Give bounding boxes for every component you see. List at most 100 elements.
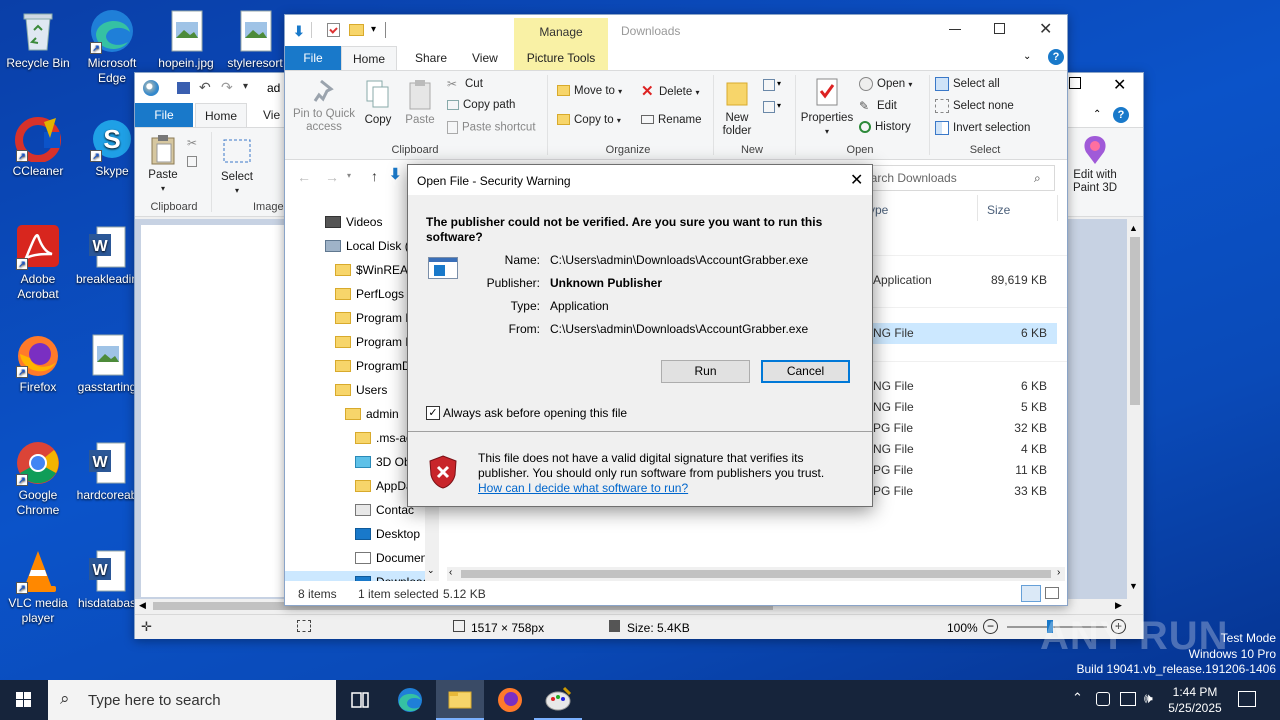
- select-all-button[interactable]: Select all: [935, 77, 1000, 91]
- up-arrow-icon[interactable]: ↑: [371, 168, 378, 184]
- tree-item[interactable]: Program F: [285, 307, 425, 329]
- tree-item[interactable]: Program F: [285, 331, 425, 353]
- minimize-icon[interactable]: [949, 29, 961, 30]
- paint-tab-home[interactable]: Home: [195, 103, 247, 127]
- properties-icon[interactable]: [327, 23, 340, 37]
- file-row[interactable]: NG File 4 KB: [861, 439, 1057, 460]
- redo-icon[interactable]: ↷: [221, 79, 233, 96]
- desktop-icon-ccleaner[interactable]: ↗ CCleaner: [0, 116, 76, 179]
- maximize-icon[interactable]: [994, 23, 1005, 34]
- back-arrow-icon[interactable]: ←: [297, 169, 311, 185]
- tree-item[interactable]: AppDat: [285, 475, 425, 497]
- scroll-up-icon[interactable]: ▲: [1129, 223, 1138, 233]
- tree-item[interactable]: Videos: [285, 211, 425, 233]
- delete-button[interactable]: ✕ Delete ▾: [641, 84, 699, 99]
- invert-selection-button[interactable]: Invert selection: [935, 121, 1030, 135]
- search-box[interactable]: earch Downloads ⌕: [855, 165, 1055, 191]
- history-button[interactable]: History: [859, 121, 911, 133]
- start-button[interactable]: [0, 680, 48, 720]
- cancel-button[interactable]: Cancel: [761, 360, 850, 383]
- clock[interactable]: 1:44 PM 5/25/2025: [1160, 684, 1230, 716]
- desktop-icon-styleresort[interactable]: styleresort: [222, 8, 288, 71]
- file-row[interactable]: PG File 33 KB: [861, 481, 1057, 502]
- tree-item[interactable]: Users: [285, 379, 425, 401]
- file-row[interactable]: NG File 5 KB: [861, 397, 1057, 418]
- scroll-down-icon[interactable]: ▼: [1129, 581, 1138, 591]
- close-icon[interactable]: ✕: [850, 170, 863, 190]
- paste-button[interactable]: Paste: [403, 79, 437, 127]
- maximize-icon[interactable]: [1069, 77, 1081, 89]
- large-icons-view-icon[interactable]: [1045, 587, 1059, 599]
- help-link[interactable]: How can I decide what software to run?: [478, 481, 688, 495]
- paint-paste-button[interactable]: Paste ▾: [145, 134, 181, 195]
- desktop-icon-breakleadin[interactable]: W breakleadin: [74, 224, 140, 287]
- desktop-icon-firefox[interactable]: ↗ Firefox: [0, 332, 76, 395]
- forward-arrow-icon[interactable]: →: [325, 169, 339, 185]
- tree-item[interactable]: PerfLogs: [285, 283, 425, 305]
- paint-canvas[interactable]: [141, 225, 291, 597]
- scroll-thumb[interactable]: [1130, 237, 1140, 405]
- tree-item[interactable]: Local Disk (C: [285, 235, 425, 257]
- undo-icon[interactable]: ↶: [199, 79, 211, 96]
- close-icon[interactable]: ✕: [1113, 75, 1126, 95]
- quick-access-dropdown-icon[interactable]: ▾: [243, 81, 248, 92]
- desktop-icon-acrobat[interactable]: ↗ Adobe Acrobat: [0, 224, 76, 302]
- desktop-icon-chrome[interactable]: ↗ Google Chrome: [0, 440, 76, 518]
- network-icon[interactable]: [1120, 692, 1136, 706]
- file-row[interactable]: NG File 6 KB: [861, 376, 1057, 397]
- desktop-icon-gasstarting[interactable]: gasstarting: [74, 332, 140, 395]
- new-item-icon[interactable]: [763, 79, 775, 91]
- file-row[interactable]: NG File 6 KB: [861, 323, 1057, 344]
- taskbar-firefox[interactable]: [486, 680, 534, 720]
- scroll-left-icon[interactable]: ‹: [449, 567, 452, 578]
- tab-file[interactable]: File: [285, 46, 341, 70]
- scroll-down-icon[interactable]: ⌄: [427, 565, 435, 576]
- open-button[interactable]: Open ▾: [859, 77, 912, 91]
- cut-icon[interactable]: ✂: [187, 136, 197, 150]
- file-row[interactable]: PG File 32 KB: [861, 418, 1057, 439]
- edit-button[interactable]: ✎ Edit: [859, 99, 897, 113]
- column-header-size[interactable]: Size: [987, 203, 1010, 217]
- collapse-ribbon-icon[interactable]: ⌃: [1093, 109, 1101, 120]
- paint-select-button[interactable]: Select ▾: [219, 136, 255, 197]
- address-download-icon[interactable]: ⬇: [389, 165, 409, 189]
- scroll-right-icon[interactable]: ▶: [1115, 600, 1122, 611]
- save-icon[interactable]: [177, 82, 190, 94]
- copy-path-button[interactable]: Copy path: [447, 99, 515, 111]
- new-folder-button[interactable]: New folder: [719, 79, 755, 138]
- tree-item[interactable]: 3D Obje: [285, 451, 425, 473]
- collapse-ribbon-icon[interactable]: ⌄: [1023, 51, 1031, 62]
- taskbar-search-box[interactable]: ⌕ Type here to search: [48, 680, 336, 720]
- quick-access-dropdown-icon[interactable]: ▾: [371, 24, 376, 35]
- edit-with-paint3d-button[interactable]: Edit with Paint 3D: [1065, 134, 1125, 195]
- tree-item[interactable]: Download: [285, 571, 429, 581]
- zoom-out-icon[interactable]: −: [983, 619, 998, 634]
- file-row[interactable]: PG File 11 KB: [861, 460, 1057, 481]
- tree-item[interactable]: .ms-ad: [285, 427, 425, 449]
- scroll-left-icon[interactable]: ◀: [139, 600, 146, 611]
- tree-item[interactable]: Document: [285, 547, 431, 569]
- close-icon[interactable]: ✕: [1039, 19, 1052, 39]
- rename-button[interactable]: Rename: [641, 114, 701, 126]
- new-folder-icon[interactable]: [349, 24, 364, 36]
- scroll-right-icon[interactable]: ›: [1057, 567, 1060, 578]
- select-none-button[interactable]: Select none: [935, 99, 1014, 113]
- notifications-icon[interactable]: [1238, 691, 1256, 707]
- tab-home[interactable]: Home: [341, 46, 397, 70]
- desktop-icon-recycle-bin[interactable]: Recycle Bin: [0, 8, 76, 71]
- tree-item[interactable]: Contac: [285, 499, 425, 521]
- pin-to-quick-access-button[interactable]: Pin to Quick access: [291, 79, 357, 134]
- recent-locations-icon[interactable]: ▾: [347, 171, 351, 180]
- scroll-thumb[interactable]: [461, 570, 1051, 578]
- properties-button[interactable]: Properties ▾: [799, 77, 855, 138]
- taskbar-edge[interactable]: [386, 680, 434, 720]
- file-row[interactable]: Application 89,619 KB: [861, 270, 1057, 291]
- tab-view[interactable]: View: [460, 46, 510, 70]
- tab-share[interactable]: Share: [403, 46, 459, 70]
- help-icon[interactable]: ?: [1113, 107, 1129, 123]
- tree-item[interactable]: ProgramD: [285, 355, 425, 377]
- show-hidden-icons[interactable]: ⌃: [1072, 690, 1083, 706]
- tab-picture-tools[interactable]: Picture Tools: [514, 46, 608, 70]
- paint-vertical-scrollbar[interactable]: ▲ ▼: [1127, 219, 1143, 599]
- move-to-button[interactable]: Move to ▾: [557, 85, 622, 97]
